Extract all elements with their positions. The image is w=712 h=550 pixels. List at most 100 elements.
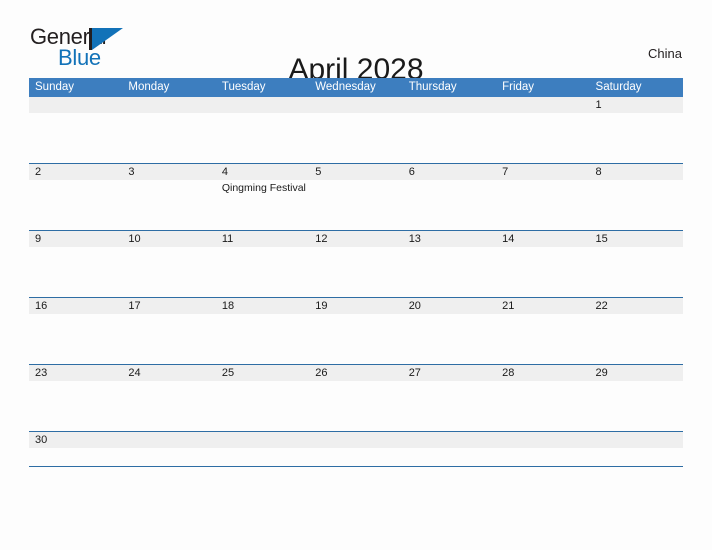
weekday-header-monday: Monday [128, 81, 170, 93]
day-cell [496, 448, 589, 466]
day-cell[interactable] [496, 180, 589, 230]
day-cell[interactable] [122, 314, 215, 364]
day-cell[interactable] [29, 381, 122, 431]
weekday-header-saturday: Saturday [595, 81, 642, 93]
day-cell[interactable] [496, 381, 589, 431]
date-number[interactable]: 7 [496, 164, 589, 180]
date-number[interactable]: 27 [403, 365, 496, 381]
calendar-grid: Sunday Monday Tuesday Wednesday Thursday… [29, 78, 683, 467]
date-number[interactable]: 3 [122, 164, 215, 180]
date-number-strip: 23 24 25 26 27 28 29 [29, 365, 683, 381]
date-number[interactable]: 24 [122, 365, 215, 381]
date-number[interactable]: 15 [590, 231, 683, 247]
day-cell[interactable] [309, 247, 402, 297]
date-number[interactable]: 23 [29, 365, 122, 381]
calendar-weeks: 1 2 3 4 5 6 7 8 Qingming Festival 9 10 11 12 13 14 15 16… [29, 97, 683, 467]
calendar-week-row: 9 10 11 12 13 14 15 [29, 231, 683, 298]
day-cell[interactable] [122, 381, 215, 431]
weekday-header-wednesday: Wednesday [315, 81, 376, 93]
date-number-empty [496, 432, 589, 448]
date-number[interactable]: 5 [309, 164, 402, 180]
day-cell[interactable] [29, 314, 122, 364]
day-cell[interactable] [309, 314, 402, 364]
date-number-strip: 1 [29, 97, 683, 113]
date-number[interactable]: 20 [403, 298, 496, 314]
date-number[interactable]: 6 [403, 164, 496, 180]
day-cell[interactable] [122, 180, 215, 230]
event-strip [29, 314, 683, 364]
day-cell [122, 448, 215, 466]
day-cell[interactable] [29, 247, 122, 297]
day-cell [403, 113, 496, 163]
date-number-empty [590, 432, 683, 448]
day-cell[interactable] [496, 247, 589, 297]
day-cell[interactable] [216, 314, 309, 364]
date-number[interactable]: 11 [216, 231, 309, 247]
date-number-strip: 2345678 [29, 164, 683, 180]
date-number[interactable]: 14 [496, 231, 589, 247]
day-cell[interactable] [29, 180, 122, 230]
day-cell[interactable] [403, 381, 496, 431]
day-cell[interactable]: Qingming Festival [216, 180, 309, 230]
event-strip [29, 247, 683, 297]
day-cell[interactable] [216, 381, 309, 431]
date-number[interactable]: 16 [29, 298, 122, 314]
page-header: General Blue April 2028 China [0, 0, 712, 87]
date-number[interactable]: 25 [216, 365, 309, 381]
date-number[interactable]: 12 [309, 231, 402, 247]
day-cell[interactable] [590, 180, 683, 230]
date-number[interactable]: 26 [309, 365, 402, 381]
day-cell[interactable] [590, 314, 683, 364]
date-number[interactable]: 10 [122, 231, 215, 247]
date-number[interactable]: 8 [590, 164, 683, 180]
calendar-week-row: 1 [29, 97, 683, 164]
day-cell [216, 113, 309, 163]
date-number[interactable]: 13 [403, 231, 496, 247]
day-cell [496, 113, 589, 163]
date-number[interactable]: 28 [496, 365, 589, 381]
calendar-page: General Blue April 2028 China Sunday Mon… [0, 0, 712, 550]
day-cell[interactable] [29, 448, 122, 466]
date-number[interactable]: 2 [29, 164, 122, 180]
day-cell[interactable] [216, 247, 309, 297]
date-number-empty [29, 97, 122, 113]
date-number[interactable]: 1 [590, 97, 683, 113]
date-number[interactable]: 29 [590, 365, 683, 381]
day-cell [29, 113, 122, 163]
calendar-week-row: 16 17 18 19 20 21 22 [29, 298, 683, 365]
date-number-empty [216, 97, 309, 113]
date-number-empty [403, 97, 496, 113]
date-number-strip: 30 [29, 432, 683, 448]
date-number-strip: 9 10 11 12 13 14 15 [29, 231, 683, 247]
date-number[interactable]: 22 [590, 298, 683, 314]
date-number[interactable]: 9 [29, 231, 122, 247]
day-cell[interactable] [590, 381, 683, 431]
day-cell[interactable] [403, 180, 496, 230]
date-number[interactable]: 19 [309, 298, 402, 314]
date-number-empty [122, 432, 215, 448]
day-cell[interactable] [403, 314, 496, 364]
day-cell[interactable] [590, 113, 683, 163]
event-strip: Qingming Festival [29, 180, 683, 230]
day-cell[interactable] [122, 247, 215, 297]
weekday-header-tuesday: Tuesday [221, 81, 266, 93]
date-number[interactable]: 17 [122, 298, 215, 314]
date-number-empty [309, 97, 402, 113]
date-number[interactable]: 18 [216, 298, 309, 314]
event-strip [29, 113, 683, 163]
date-number-empty [216, 432, 309, 448]
day-cell[interactable] [309, 180, 402, 230]
date-number[interactable]: 30 [29, 432, 122, 448]
weekday-header-friday: Friday [502, 81, 535, 93]
date-number[interactable]: 4 [216, 164, 309, 180]
day-cell[interactable] [403, 247, 496, 297]
day-cell[interactable] [590, 247, 683, 297]
calendar-week-row: 23 24 25 26 27 28 29 [29, 365, 683, 432]
day-cell [309, 448, 402, 466]
day-cell [122, 113, 215, 163]
day-cell[interactable] [309, 381, 402, 431]
event-strip [29, 381, 683, 431]
day-cell[interactable] [496, 314, 589, 364]
date-number[interactable]: 21 [496, 298, 589, 314]
day-cell [216, 448, 309, 466]
